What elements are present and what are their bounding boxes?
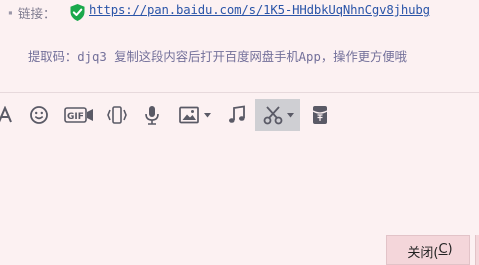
close-button[interactable]: 关闭(C)	[386, 235, 470, 265]
gif-icon: GIF	[64, 106, 94, 124]
music-button[interactable]	[225, 99, 249, 131]
font-button[interactable]	[0, 99, 16, 131]
divider	[0, 92, 479, 93]
chevron-down-icon[interactable]	[286, 112, 294, 118]
emoji-icon	[29, 105, 49, 125]
image-icon	[179, 106, 201, 124]
close-mnemonic: C	[438, 242, 448, 257]
voice-button[interactable]	[141, 99, 163, 131]
close-button-label: 关闭(	[407, 246, 439, 261]
send-button-edge[interactable]	[475, 235, 479, 265]
gif-button[interactable]: GIF	[63, 99, 95, 131]
svg-text:GIF: GIF	[67, 112, 84, 122]
red-envelope-icon	[311, 105, 329, 125]
microphone-icon	[143, 105, 161, 125]
input-toolbar: GIF	[0, 99, 479, 131]
chevron-down-icon[interactable]	[204, 112, 211, 118]
extract-code-text: 提取码：djq3 复制这段内容后打开百度网盘手机App，操作更方便哦	[28, 50, 407, 64]
shake-icon	[105, 105, 129, 125]
red-envelope-button[interactable]	[308, 99, 332, 131]
font-icon	[0, 106, 13, 124]
emoji-button[interactable]	[27, 99, 51, 131]
share-link-row: ▪ 链接： https://pan.baidu.com/s/1K5-HHdbkU…	[0, 2, 479, 22]
shake-window-button[interactable]	[104, 99, 130, 131]
bullet-icon: ▪	[8, 8, 13, 17]
close-button-suffix: )	[447, 242, 453, 257]
security-shield-icon	[68, 3, 87, 22]
image-button[interactable]	[175, 99, 215, 131]
scissors-icon	[262, 105, 284, 125]
share-url-link[interactable]: https://pan.baidu.com/s/1K5-HHdbkUqNhnCg…	[89, 3, 430, 17]
screenshot-button[interactable]	[255, 99, 300, 131]
link-label: 链接：	[18, 6, 56, 21]
music-icon	[227, 105, 247, 125]
